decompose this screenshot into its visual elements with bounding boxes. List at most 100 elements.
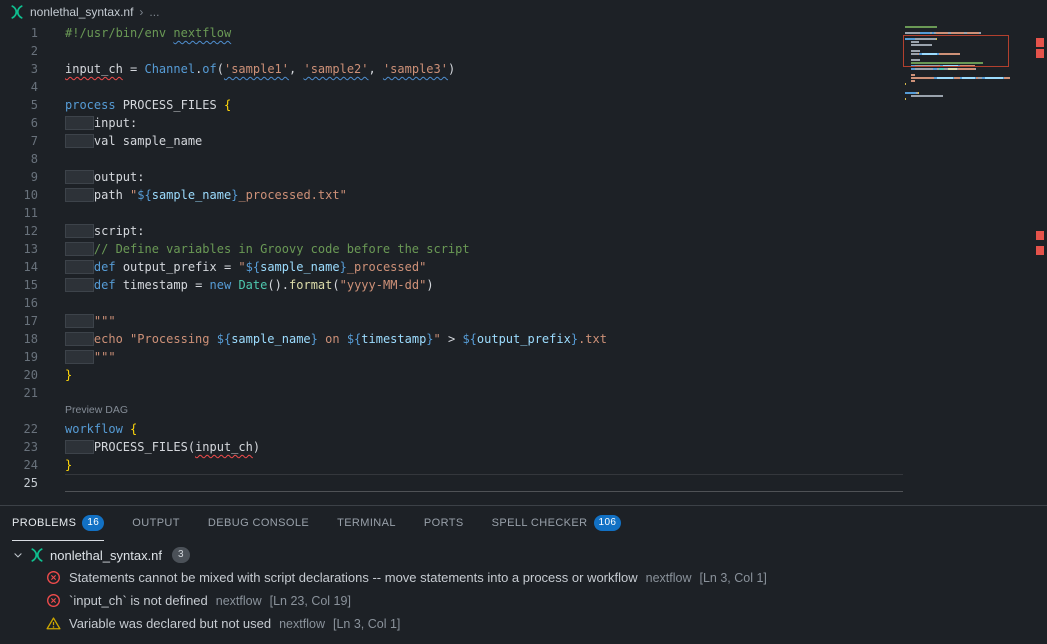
indent-highlight xyxy=(65,116,94,130)
code-line[interactable]: 12 script: xyxy=(0,222,1047,240)
code-token: process xyxy=(65,98,116,112)
code-line[interactable]: 2 xyxy=(0,42,1047,60)
code-line[interactable]: 8 xyxy=(0,150,1047,168)
code-line-content[interactable]: input_ch = Channel.of('sample1', 'sample… xyxy=(65,60,455,78)
code-line[interactable]: 17 """ xyxy=(0,312,1047,330)
gutter-space xyxy=(0,402,38,420)
editor[interactable]: 1#!/usr/bin/env nextflow23input_ch = Cha… xyxy=(0,24,1047,505)
code-token: ${ xyxy=(462,332,476,346)
code-token: } xyxy=(311,332,318,346)
code-token: sample_name xyxy=(152,188,231,202)
line-number: 4 xyxy=(0,78,38,96)
panel-tab-problems[interactable]: PROBLEMS16 xyxy=(12,506,104,541)
code-line[interactable]: 4 xyxy=(0,78,1047,96)
code-token: _processed" xyxy=(347,260,426,274)
line-number: 24 xyxy=(0,456,38,474)
breadcrumb-file[interactable]: nonlethal_syntax.nf xyxy=(30,5,133,19)
code-token: workflow xyxy=(65,422,123,436)
code-token: input: xyxy=(94,116,137,130)
code-line[interactable]: 25 xyxy=(0,474,1047,492)
nextflow-file-icon xyxy=(10,5,24,19)
code-line-content[interactable] xyxy=(65,474,903,492)
line-number: 17 xyxy=(0,312,38,330)
code-token: sample_name xyxy=(260,260,339,274)
code-line-content[interactable]: } xyxy=(65,366,72,384)
code-line-content[interactable]: #!/usr/bin/env nextflow xyxy=(65,24,231,42)
code-line-content[interactable]: script: xyxy=(65,222,144,240)
minimap[interactable] xyxy=(905,26,1025,104)
code-line[interactable]: 10 path "${sample_name}_processed.txt" xyxy=(0,186,1047,204)
code-line[interactable]: 11 xyxy=(0,204,1047,222)
code-line-content[interactable]: val sample_name xyxy=(65,132,202,150)
problems-list: Statements cannot be mixed with script d… xyxy=(0,566,1047,635)
panel-tab-output[interactable]: OUTPUT xyxy=(132,506,180,541)
code-line-content[interactable]: output: xyxy=(65,168,144,186)
code-line[interactable]: 19 """ xyxy=(0,348,1047,366)
code-token: ) xyxy=(426,278,433,292)
code-line[interactable]: 16 xyxy=(0,294,1047,312)
code-line[interactable]: 20} xyxy=(0,366,1047,384)
code-token: { xyxy=(130,422,137,436)
code-line-content[interactable]: echo "Processing ${sample_name} on ${tim… xyxy=(65,330,607,348)
code-line-content[interactable]: """ xyxy=(65,312,116,330)
panel-tab-spell-checker[interactable]: SPELL CHECKER106 xyxy=(492,506,622,541)
panel-tab-ports[interactable]: PORTS xyxy=(424,506,464,541)
panel-tab-label: TERMINAL xyxy=(337,517,396,529)
code-token: } xyxy=(65,368,72,382)
code-token: def xyxy=(94,278,116,292)
code-line-content[interactable]: def output_prefix = "${sample_name}_proc… xyxy=(65,258,426,276)
code-line-content[interactable]: PROCESS_FILES(input_ch) xyxy=(65,438,260,456)
code-line[interactable]: 23 PROCESS_FILES(input_ch) xyxy=(0,438,1047,456)
code-line-content[interactable]: // Define variables in Groovy code befor… xyxy=(65,240,470,258)
code-line-content[interactable]: process PROCESS_FILES { xyxy=(65,96,231,114)
code-line[interactable]: 5process PROCESS_FILES { xyxy=(0,96,1047,114)
code-token: 'sample2' xyxy=(303,62,368,76)
problem-item-error[interactable]: `input_ch` is not definednextflow[Ln 23,… xyxy=(0,589,1047,612)
code-line[interactable]: 14 def output_prefix = "${sample_name}_p… xyxy=(0,258,1047,276)
line-number: 22 xyxy=(0,420,38,438)
code-lines: 1#!/usr/bin/env nextflow23input_ch = Cha… xyxy=(0,24,1047,492)
panel-tab-debug-console[interactable]: DEBUG CONSOLE xyxy=(208,506,309,541)
indent-highlight xyxy=(65,332,94,346)
code-line-content[interactable]: workflow { xyxy=(65,420,137,438)
code-line[interactable]: 9 output: xyxy=(0,168,1047,186)
breadcrumb-more[interactable]: ... xyxy=(149,5,159,19)
code-token: sample_name xyxy=(231,332,310,346)
code-token: output: xyxy=(94,170,145,184)
line-number: 11 xyxy=(0,204,38,222)
code-line[interactable]: 22 workflow { xyxy=(0,420,1047,438)
code-token: , xyxy=(369,62,383,76)
code-line[interactable]: 6 input: xyxy=(0,114,1047,132)
code-token: , xyxy=(289,62,303,76)
breadcrumb: nonlethal_syntax.nf › ... xyxy=(0,0,1047,24)
line-number: 23 xyxy=(0,438,38,456)
code-line-content[interactable]: input: xyxy=(65,114,137,132)
overview-ruler[interactable] xyxy=(1033,24,1047,505)
codelens-preview-dag[interactable]: Preview DAG xyxy=(65,402,128,420)
code-line[interactable]: 13 // Define variables in Groovy code be… xyxy=(0,240,1047,258)
code-line[interactable]: 1#!/usr/bin/env nextflow xyxy=(0,24,1047,42)
code-line[interactable]: 7 val sample_name xyxy=(0,132,1047,150)
problem-item-warning[interactable]: Variable was declared but not usednextfl… xyxy=(0,612,1047,635)
code-line[interactable]: 3 input_ch = Channel.of('sample1', 'sampl… xyxy=(0,60,1047,78)
code-token: timestamp xyxy=(361,332,426,346)
panel-tab-terminal[interactable]: TERMINAL xyxy=(337,506,396,541)
line-number: 3 xyxy=(0,60,38,78)
code-token: on xyxy=(318,332,347,346)
code-line-content[interactable]: path "${sample_name}_processed.txt" xyxy=(65,186,347,204)
code-line[interactable]: 21 xyxy=(0,384,1047,402)
code-line[interactable]: 15 def timestamp = new Date().format("yy… xyxy=(0,276,1047,294)
problem-item-error[interactable]: Statements cannot be mixed with script d… xyxy=(0,566,1047,589)
code-line-content[interactable]: def timestamp = new Date().format("yyyy-… xyxy=(65,276,434,294)
problems-file-row[interactable]: nonlethal_syntax.nf 3 xyxy=(0,544,1047,566)
code-line-content[interactable]: """ xyxy=(65,348,116,366)
problem-message: `input_ch` is not defined xyxy=(69,593,208,608)
vscode-window: nonlethal_syntax.nf › ... 1#!/usr/bin/en… xyxy=(0,0,1047,644)
code-line[interactable]: 24} xyxy=(0,456,1047,474)
code-token: echo "Processing xyxy=(94,332,217,346)
code-line-content[interactable]: } xyxy=(65,456,72,474)
problem-message: Variable was declared but not used xyxy=(69,616,271,631)
code-line[interactable]: 18 echo "Processing ${sample_name} on ${… xyxy=(0,330,1047,348)
code-token: } xyxy=(571,332,578,346)
panel-tabs: PROBLEMS16 OUTPUT DEBUG CONSOLE TERMINAL POR… xyxy=(0,506,1047,541)
